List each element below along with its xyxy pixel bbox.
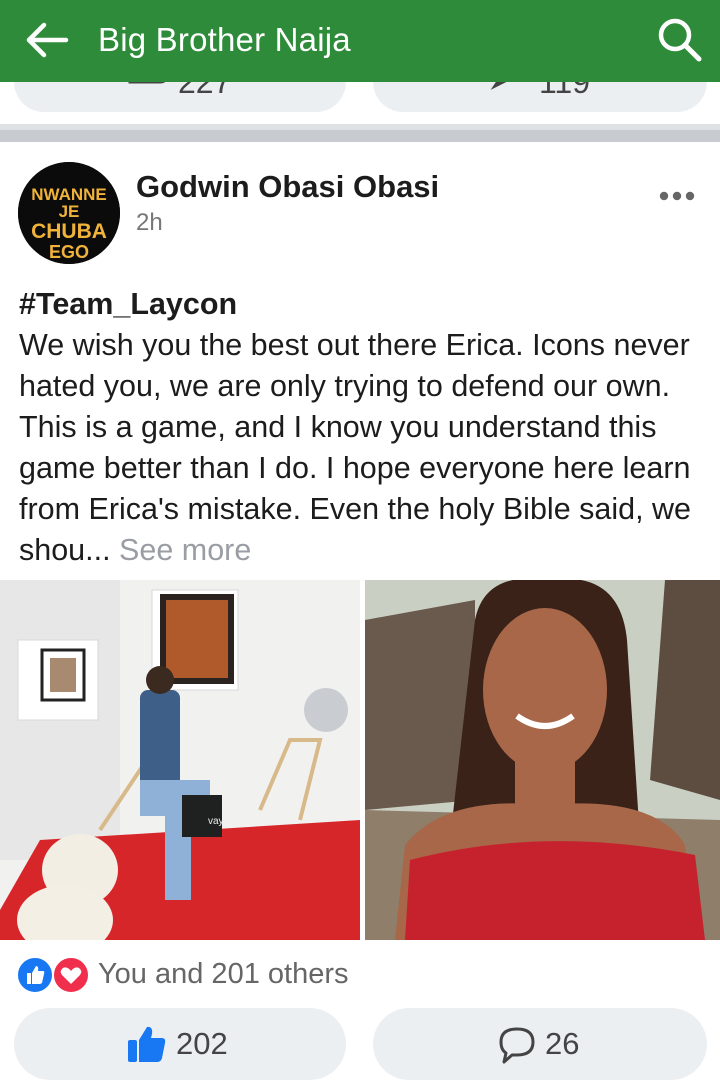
photo-left-text: vay: [208, 816, 224, 827]
avatar-line-3: CHUBA: [31, 220, 107, 243]
photo-erica: [365, 580, 720, 940]
search-icon: [658, 18, 702, 62]
love-icon: [52, 956, 90, 994]
previous-post-like-button[interactable]: 227: [14, 82, 346, 112]
comment-icon: [499, 1027, 535, 1064]
post-photo-left[interactable]: vay: [0, 580, 360, 940]
avatar-logo: NWANNE JE CHUBA EGO: [18, 162, 120, 264]
back-button[interactable]: [22, 18, 70, 62]
more-horizontal-icon: [659, 191, 695, 201]
comment-count: 26: [545, 1026, 580, 1061]
avatar-line-4: EGO: [49, 242, 89, 262]
like-count: 202: [176, 1026, 228, 1061]
thumbs-up-icon: [128, 1026, 166, 1062]
avatar-line-2: JE: [59, 202, 80, 221]
search-button[interactable]: [654, 14, 706, 66]
previous-post-comment-count: 119: [539, 82, 591, 100]
avatar[interactable]: NWANNE JE CHUBA EGO: [18, 162, 120, 264]
arrow-left-icon: [26, 22, 69, 58]
like-icon: [16, 956, 54, 994]
app-header: Big Brother Naija: [0, 0, 720, 82]
photo-laycon: vay: [0, 580, 360, 940]
post-text: #Team_Laycon We wish you the best out th…: [19, 284, 709, 571]
post-time: 2h: [136, 209, 163, 236]
feed-separator: [0, 124, 720, 142]
page-title: Big Brother Naija: [98, 21, 351, 58]
see-more-link[interactable]: See more: [119, 533, 251, 567]
previous-post-like-count: 227: [178, 82, 232, 100]
thumbs-up-icon: [128, 82, 166, 84]
previous-post-comment-button[interactable]: 119: [373, 82, 707, 112]
comment-icon: [490, 82, 507, 90]
post-hashtag[interactable]: #Team_Laycon: [19, 284, 709, 325]
comment-button[interactable]: 26: [373, 1008, 707, 1080]
like-button[interactable]: 202: [14, 1008, 346, 1080]
reactions-text: You and 201 others: [98, 958, 349, 990]
post-body: We wish you the best out there Erica. Ic…: [19, 328, 692, 567]
post-menu-button[interactable]: [652, 178, 702, 214]
post-author[interactable]: Godwin Obasi Obasi: [136, 169, 439, 205]
post-photo-right[interactable]: [365, 580, 720, 940]
